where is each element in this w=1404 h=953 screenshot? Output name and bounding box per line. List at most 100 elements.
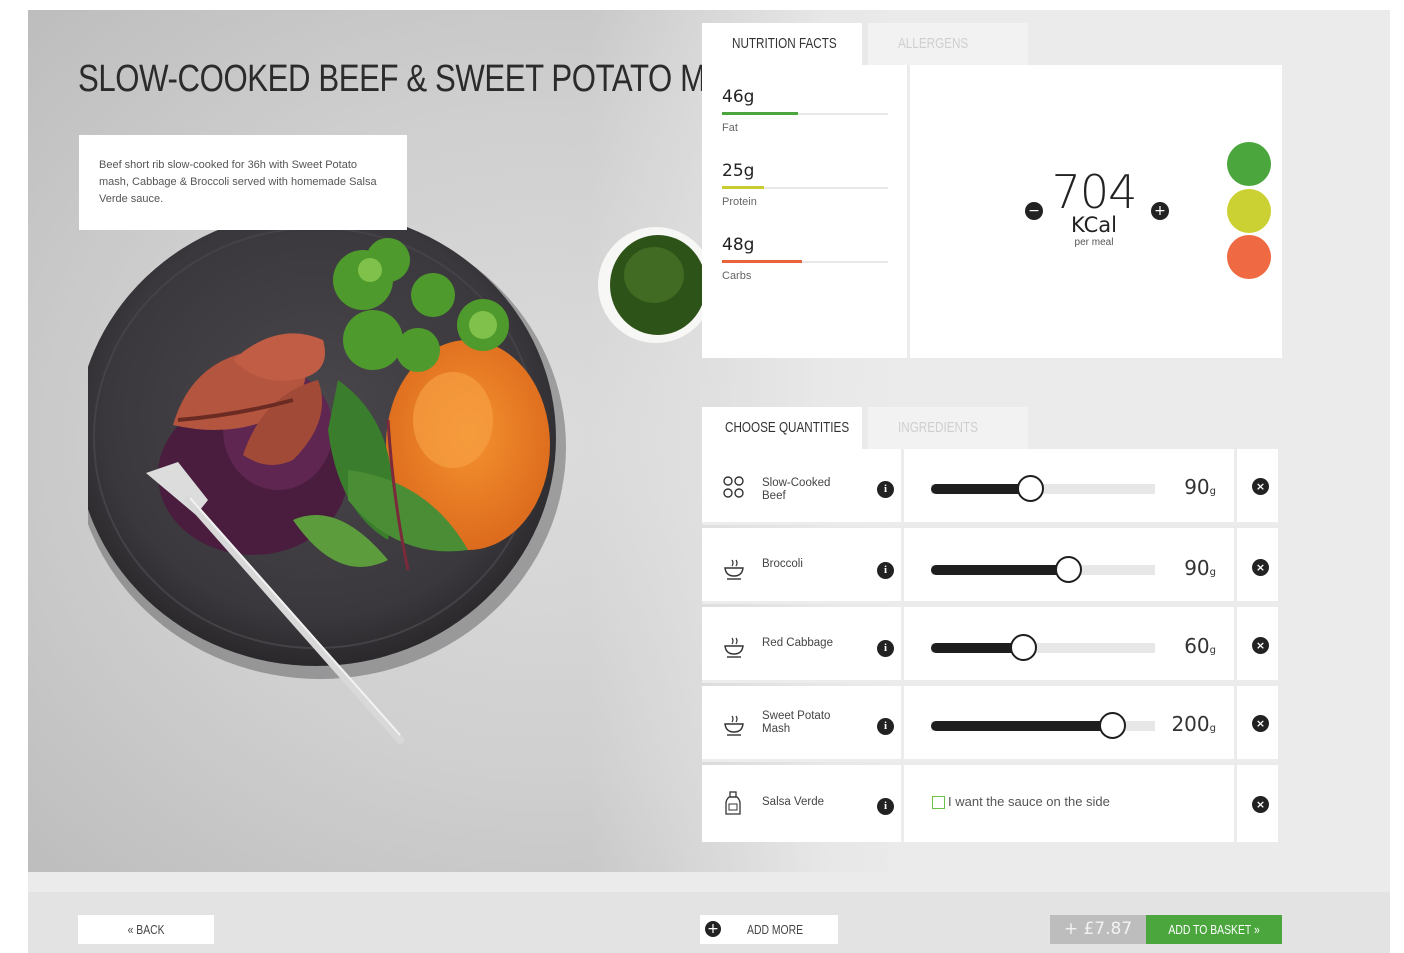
macro-bar-fill [722,260,802,263]
slider-fill [931,565,1068,575]
quantity-unit: g [1209,723,1216,734]
macro-bar [722,112,888,115]
tab-allergens[interactable]: ALLERGENS [868,23,1028,65]
macro-value: 25g [722,161,755,181]
macro-label: Fat [722,122,738,134]
tab-quantities-label: CHOOSE QUANTITIES [725,419,850,436]
quantity-value: 90g [1164,556,1216,580]
quantity-number: 60 [1184,634,1210,658]
quantity-unit: g [1209,645,1216,656]
kcal-value: 704 [1051,165,1138,219]
kcal-unit: KCal [1071,213,1117,237]
description-card: Beef short rib slow-cooked for 36h with … [79,135,407,230]
quantity-value: 90g [1164,475,1216,499]
sauce-side-checkbox[interactable] [932,796,945,809]
sauce-bottle-icon [725,791,741,815]
macro-label: Protein [722,196,757,208]
tab-choose-quantities[interactable]: CHOOSE QUANTITIES [702,407,862,449]
remove-icon[interactable]: × [1252,478,1269,495]
ingredient-name: Red Cabbage [762,637,833,649]
add-to-basket-button[interactable]: ADD TO BASKET » [1146,915,1282,944]
sauce-row: Salsa Verde i I want the sauce on the si… [702,765,1278,842]
quantity-unit: g [1209,486,1216,497]
traffic-light-yellow [1227,189,1271,233]
calorie-readout: 704 KCal per meal [1024,165,1164,248]
quantity-slider[interactable] [931,556,1155,583]
ingredient-name-cell: Salsa Verde i [702,765,904,842]
tab-ingredients-label: INGREDIENTS [898,419,978,436]
ingredient-row-broccoli: Broccoli i 90g × [702,528,1278,604]
remove-icon[interactable]: × [1252,715,1269,732]
ingredient-row-sweet-potato: Sweet Potato Mash i 200g × [702,686,1278,762]
add-more-text: ADD MORE [747,922,804,937]
remove-icon[interactable]: × [1252,637,1269,654]
macro-list: 46g Fat 25g Protein 48g Carbs [702,65,910,358]
ingredient-name-cell: Broccoli i [702,528,904,601]
remove-icon[interactable]: × [1252,796,1269,813]
info-icon[interactable]: i [877,718,894,735]
quantity-value: 200g [1164,712,1216,736]
add-more-button[interactable]: + ADD MORE [700,915,838,944]
tab-nutrition-facts[interactable]: NUTRITION FACTS [702,23,862,65]
slider-fill [931,721,1113,731]
macro-bar-fill [722,112,799,115]
tab-allergens-label: ALLERGENS [898,35,969,52]
quantity-slider[interactable] [931,712,1155,739]
macro-label: Carbs [722,270,752,282]
remove-icon[interactable]: × [1252,559,1269,576]
sauce-bowl-image [598,227,714,343]
kcal-per-meal: per meal [1074,237,1114,248]
slider-handle[interactable] [1016,475,1044,502]
remove-cell: × [1234,449,1278,522]
plus-circle-icon[interactable]: + [1151,202,1169,220]
info-icon[interactable]: i [877,798,894,815]
macro-fat: 46g Fat [722,87,888,134]
slider-handle[interactable] [1099,712,1127,739]
info-icon[interactable]: i [877,481,894,498]
ingredient-name: Sweet Potato Mash [762,710,831,735]
ingredient-row-beef: Slow-Cooked Beef i 90g × [702,449,1278,525]
add-to-basket-label: ADD TO BASKET » [1168,922,1260,937]
quantity-number: 90 [1184,475,1210,499]
remove-cell: × [1234,686,1278,759]
traffic-light-green [1227,142,1271,186]
quantity-number: 90 [1184,556,1210,580]
traffic-light-red [1227,235,1271,279]
macro-carbs: 48g Carbs [722,235,888,282]
app-frame: SLOW-COOKED BEEF & SWEET POTATO MASH Bee… [28,10,1390,953]
quantity-number: 200 [1171,712,1210,736]
ingredient-name: Broccoli [762,558,803,570]
macro-value: 48g [722,235,755,255]
add-more-label: ADD MORE [740,915,810,944]
sauce-name: Salsa Verde [762,796,825,808]
ingredient-name: Slow-Cooked Beef [762,477,831,502]
ingredient-row-red-cabbage: Red Cabbage i 60g × [702,607,1278,683]
macro-bar [722,260,888,263]
quantity-unit: g [1209,567,1216,578]
back-label: « BACK [127,922,165,937]
remove-cell: × [1234,765,1278,842]
slider-fill [931,484,1030,494]
macro-value: 46g [722,87,755,107]
bowl-icon [724,715,744,736]
meal-title: SLOW-COOKED BEEF & SWEET POTATO MASH [78,58,769,100]
back-button[interactable]: « BACK [78,915,214,944]
bowl-icon [724,559,744,580]
meal-description: Beef short rib slow-cooked for 36h with … [99,159,377,205]
quantity-slider[interactable] [931,634,1155,661]
ingredient-name-cell: Slow-Cooked Beef i [702,449,904,522]
slider-handle[interactable] [1054,556,1082,583]
nutrition-panel: 46g Fat 25g Protein 48g Carbs − 704 KCal… [702,65,1282,358]
remove-cell: × [1234,528,1278,601]
info-icon[interactable]: i [877,640,894,657]
sauce-side-label[interactable]: I want the sauce on the side [948,794,1110,809]
info-icon[interactable]: i [877,562,894,579]
ingredient-name-cell: Red Cabbage i [702,607,904,680]
quantity-slider[interactable] [931,475,1155,502]
footer-bar: « BACK + ADD MORE + £7.87 ADD TO BASKET … [28,892,1390,953]
tab-ingredients[interactable]: INGREDIENTS [868,407,1028,449]
macro-bar-fill [722,186,764,189]
beef-icon [723,476,744,498]
tab-nutrition-label: NUTRITION FACTS [732,35,837,52]
slider-handle[interactable] [1009,634,1037,661]
